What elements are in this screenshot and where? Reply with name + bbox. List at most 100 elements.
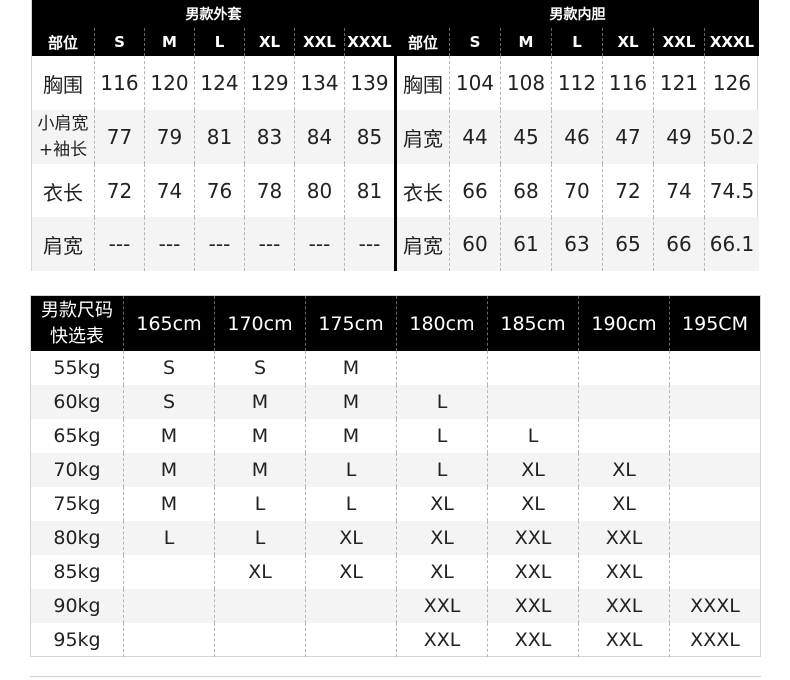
size-cell — [670, 419, 760, 453]
size-cell — [306, 623, 397, 657]
size-cell — [215, 589, 306, 623]
size-cell: M — [306, 385, 397, 419]
size-cell — [124, 555, 215, 589]
table-row: 95kg XXL XXL XXL XXXL — [31, 623, 760, 657]
table-cell: 45 — [501, 110, 552, 164]
table-cell: 66.1 — [709, 232, 755, 256]
row-label: 肩宽 — [397, 217, 450, 271]
size-cell: M — [215, 385, 306, 419]
size-cell — [579, 385, 670, 419]
size-cell — [579, 419, 670, 453]
size-cell: XL — [397, 555, 488, 589]
outerwear-header-l: L — [195, 28, 245, 56]
liner-header-part: 部位 — [397, 28, 450, 56]
size-cell: XL — [488, 453, 579, 487]
table-cell: 124 — [195, 56, 245, 110]
table-cell: 66 — [654, 217, 705, 271]
size-cell: M — [306, 419, 397, 453]
table-cell: --- — [295, 217, 345, 271]
size-cell: XL — [306, 521, 397, 555]
size-cell — [397, 351, 488, 385]
weight-label: 85kg — [31, 555, 124, 589]
table-cell: 104 — [450, 56, 501, 110]
row-label: 胸围 — [32, 56, 95, 110]
table-cell: 76 — [195, 164, 245, 218]
size-cell: XL — [579, 487, 670, 521]
garment-size-table: 男款外套 男款内胆 部位 S M L XL XXL XXXL 部位 S M L … — [31, 0, 759, 271]
size-cell — [488, 385, 579, 419]
liner-header-m: M — [501, 28, 552, 56]
weight-label: 55kg — [31, 351, 124, 385]
size-cell: M — [124, 453, 215, 487]
size-cell: XL — [306, 555, 397, 589]
table-row: 55kg S S M — [31, 351, 760, 385]
liner-section-title: 男款内胆 — [396, 0, 759, 28]
table-cell: 77 — [95, 110, 145, 164]
row-label: 衣长 — [32, 164, 95, 218]
outerwear-header-xxxl: XXXL — [347, 33, 392, 51]
table-cell: 66 — [450, 164, 501, 218]
table-cell: 68 — [501, 164, 552, 218]
weight-label: 80kg — [31, 521, 124, 555]
size-cell: XXL — [488, 589, 579, 623]
weight-label: 60kg — [31, 385, 124, 419]
height-header: 195CM — [682, 312, 748, 335]
table-cell: 70 — [552, 164, 603, 218]
outerwear-header-m: M — [145, 28, 195, 56]
table-cell: --- — [195, 217, 245, 271]
size-cell: S — [124, 385, 215, 419]
row-label: 小肩宽 +袖长 — [32, 110, 95, 164]
table-cell: 79 — [145, 110, 195, 164]
table-row: 65kg M M M L L — [31, 419, 760, 453]
table-cell: 47 — [603, 110, 654, 164]
size-cell: L — [306, 453, 397, 487]
table-cell: 50.2 — [709, 125, 755, 149]
weight-label: 75kg — [31, 487, 124, 521]
table-cell: 72 — [95, 164, 145, 218]
size-cell — [670, 487, 760, 521]
size-cell: L — [124, 521, 215, 555]
table-cell: 74.5 — [709, 179, 755, 203]
size-cell: XXL — [579, 555, 670, 589]
height-header: 165cm — [124, 296, 215, 351]
row-label: 肩宽 — [397, 110, 450, 164]
outerwear-header-s: S — [95, 28, 145, 56]
table-cell: 139 — [350, 71, 389, 95]
size-cell: S — [215, 351, 306, 385]
liner-header-xxl: XXL — [654, 28, 705, 56]
size-cell — [670, 521, 760, 555]
height-header: 185cm — [488, 296, 579, 351]
size-cell — [670, 385, 760, 419]
table-cell: 49 — [654, 110, 705, 164]
size-cell — [124, 623, 215, 657]
table-cell: 74 — [654, 164, 705, 218]
size-cell: L — [215, 487, 306, 521]
table-cell: 81 — [195, 110, 245, 164]
size-cell: XXL — [397, 623, 488, 657]
table-cell: 72 — [603, 164, 654, 218]
weight-label: 65kg — [31, 419, 124, 453]
size-cell — [670, 555, 760, 589]
table-cell: 74 — [145, 164, 195, 218]
table-cell: 85 — [356, 125, 383, 149]
size-cell: XXXL — [690, 595, 740, 617]
size-cell: XL — [579, 453, 670, 487]
size-cell — [306, 589, 397, 623]
size-cell: XXL — [579, 521, 670, 555]
liner-header-l: L — [552, 28, 603, 56]
table-cell: 108 — [501, 56, 552, 110]
size-cell: S — [124, 351, 215, 385]
size-cell: XL — [215, 555, 306, 589]
size-cell — [670, 351, 760, 385]
table-cell: 63 — [552, 217, 603, 271]
table-cell: --- — [358, 232, 381, 256]
weight-label: 90kg — [31, 589, 124, 623]
table-row: 60kg S M M L — [31, 385, 760, 419]
row-label: 肩宽 — [32, 217, 95, 271]
size-cell — [124, 589, 215, 623]
size-cell: L — [397, 453, 488, 487]
table-cell: 83 — [245, 110, 295, 164]
liner-header-xxxl: XXXL — [709, 33, 755, 51]
table-cell: 121 — [654, 56, 705, 110]
height-header: 170cm — [215, 296, 306, 351]
